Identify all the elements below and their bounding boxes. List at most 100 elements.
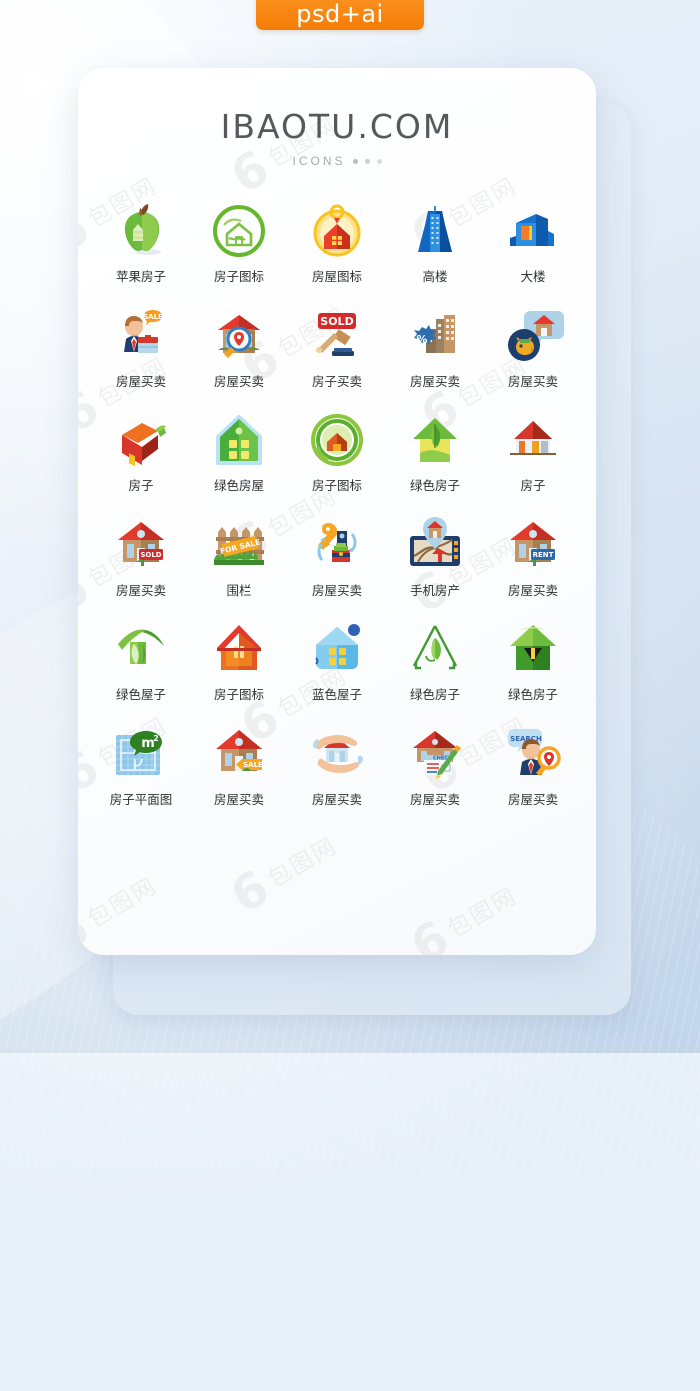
icon-cell[interactable]: 手机房产 bbox=[386, 512, 484, 598]
icon-set-card: 6包图网6包图网6包图网6包图网6包图网6包图网6包图网6包图网6包图网6包图网… bbox=[78, 68, 596, 955]
house-sold-sign-icon[interactable]: SOLD bbox=[108, 512, 174, 578]
dot-icon bbox=[352, 158, 358, 164]
icon-label: 绿色房子 bbox=[507, 687, 558, 702]
orange-house-icon[interactable] bbox=[206, 616, 272, 682]
svg-text:%: % bbox=[416, 333, 427, 346]
icon-label: 房屋买卖 bbox=[115, 582, 166, 598]
icon-cell[interactable]: 房屋买卖 bbox=[288, 512, 386, 598]
skyscraper-icon[interactable] bbox=[402, 198, 468, 264]
piggy-bank-house-icon[interactable] bbox=[500, 303, 566, 369]
leaf-house-icon[interactable] bbox=[402, 407, 468, 473]
icon-label: 房屋买卖 bbox=[311, 582, 362, 598]
icon-label: 苹果房子 bbox=[115, 269, 166, 284]
icon-cell[interactable]: SALE 房屋买卖 bbox=[92, 303, 190, 389]
icon-label: 房屋买卖 bbox=[213, 791, 264, 807]
svg-text:SOLD: SOLD bbox=[320, 315, 353, 328]
icon-label: 高楼 bbox=[422, 269, 448, 284]
icon-cell[interactable]: SOLD 房子买卖 bbox=[288, 303, 386, 389]
icon-label: 绿色房子 bbox=[409, 478, 460, 493]
icon-cell[interactable]: 绿色房子 bbox=[484, 616, 582, 702]
sold-gavel-icon[interactable]: SOLD bbox=[304, 303, 370, 369]
house-contract-icon[interactable]: CHECK bbox=[402, 721, 468, 787]
icon-label: 房子图标 bbox=[213, 687, 264, 702]
green-house-arrow-icon[interactable] bbox=[500, 616, 566, 682]
keys-money-exchange-icon[interactable] bbox=[304, 512, 370, 578]
icon-label: 绿色屋子 bbox=[115, 687, 166, 702]
icon-label: 房屋图标 bbox=[311, 269, 362, 284]
apple-house-icon[interactable] bbox=[108, 198, 174, 264]
icon-label: 房屋买卖 bbox=[115, 373, 166, 389]
icon-cell[interactable]: 绿色房子 bbox=[386, 407, 484, 493]
icon-label: 房子 bbox=[128, 478, 154, 493]
icon-cell[interactable]: CHECK 房屋买卖 bbox=[386, 721, 484, 807]
house-rent-sign-icon[interactable]: RENT bbox=[500, 512, 566, 578]
icon-cell[interactable]: SOLD 房屋买卖 bbox=[92, 512, 190, 598]
icon-cell[interactable]: m 2 房子平面图 bbox=[92, 721, 190, 807]
house-search-pin-icon[interactable] bbox=[206, 303, 272, 369]
house-keyring-icon[interactable] bbox=[304, 198, 370, 264]
icon-cell[interactable]: SEARCH 房屋买卖 bbox=[484, 721, 582, 807]
house-circle-outline-icon[interactable] bbox=[206, 198, 272, 264]
red-roof-house-icon[interactable] bbox=[500, 407, 566, 473]
icon-cell[interactable]: 房子图标 bbox=[190, 198, 288, 284]
icon-cell[interactable]: 房子 bbox=[92, 407, 190, 493]
icon-cell[interactable]: 绿色屋子 bbox=[92, 616, 190, 702]
icon-label: 房屋买卖 bbox=[507, 791, 558, 807]
outline-leaf-house-icon[interactable] bbox=[402, 616, 468, 682]
icon-label: 房屋买卖 bbox=[409, 791, 460, 807]
icon-cell[interactable]: % 房屋买卖 bbox=[386, 303, 484, 389]
icon-cell[interactable]: 房子图标 bbox=[190, 616, 288, 702]
icon-cell[interactable]: 苹果房子 bbox=[92, 198, 190, 284]
buildings-discount-icon[interactable]: % bbox=[402, 303, 468, 369]
icon-cell[interactable]: 高楼 bbox=[386, 198, 484, 284]
office-building-icon[interactable] bbox=[500, 198, 566, 264]
icon-cell[interactable]: RENT 房屋买卖 bbox=[484, 512, 582, 598]
icon-cell[interactable]: 房屋买卖 bbox=[190, 303, 288, 389]
icon-cell[interactable]: 房屋买卖 bbox=[484, 303, 582, 389]
icon-label: 房屋买卖 bbox=[507, 373, 558, 389]
fence-for-sale-icon[interactable]: FOR SALE bbox=[206, 512, 272, 578]
icon-cell[interactable]: 房屋图标 bbox=[288, 198, 386, 284]
green-leaf-roof-icon[interactable] bbox=[108, 616, 174, 682]
watermark: 6包图网 bbox=[78, 871, 161, 955]
subtitle-row: ICONS bbox=[78, 154, 596, 168]
icon-cell[interactable]: 房屋买卖 bbox=[288, 721, 386, 807]
svg-text:RENT: RENT bbox=[533, 551, 554, 559]
icon-grid: 苹果房子 房子图标 房屋图标 高楼 大楼 SALE 房屋买卖 房屋买卖 SOLD 房子买卖% 房屋买… bbox=[78, 198, 596, 806]
format-badge-label: psd+ai bbox=[296, 0, 384, 28]
icon-cell[interactable]: SALE 房屋买卖 bbox=[190, 721, 288, 807]
card-header: IBAOTU.COM ICONS bbox=[78, 68, 596, 168]
icon-cell[interactable]: 蓝色屋子 bbox=[288, 616, 386, 702]
icon-label: 房屋买卖 bbox=[311, 791, 362, 807]
map-house-pin-icon[interactable] bbox=[402, 512, 468, 578]
green-house-icon[interactable] bbox=[206, 407, 272, 473]
icon-cell[interactable]: 房子 bbox=[484, 407, 582, 493]
floor-plan-icon[interactable]: m2 bbox=[108, 721, 174, 787]
blue-house-icon[interactable] bbox=[304, 616, 370, 682]
red-3d-house-icon[interactable] bbox=[108, 407, 174, 473]
icon-label: 手机房产 bbox=[409, 582, 460, 598]
icon-label: 围栏 bbox=[226, 582, 252, 598]
icon-label: 绿色房子 bbox=[409, 687, 460, 702]
house-sale-tag-icon[interactable]: SALE bbox=[206, 721, 272, 787]
icon-cell[interactable]: 绿色房子 bbox=[386, 616, 484, 702]
page-title: IBAOTU.COM bbox=[220, 107, 454, 146]
svg-text:SOLD: SOLD bbox=[140, 551, 161, 559]
dot-icon bbox=[376, 158, 382, 164]
agent-sale-icon[interactable]: SALE bbox=[108, 303, 174, 369]
icon-cell[interactable]: 房子图标 bbox=[288, 407, 386, 493]
icon-label: 房子买卖 bbox=[311, 373, 362, 389]
svg-text:2: 2 bbox=[153, 734, 159, 743]
icon-cell[interactable]: 大楼 bbox=[484, 198, 582, 284]
agent-search-icon[interactable]: SEARCH bbox=[500, 721, 566, 787]
format-badge: psd+ai bbox=[256, 0, 424, 30]
icon-cell[interactable]: 绿色房屋 bbox=[190, 407, 288, 493]
hand-holding-house-icon[interactable] bbox=[304, 721, 370, 787]
house-ring-icon[interactable] bbox=[304, 407, 370, 473]
watermark: 6包图网 bbox=[401, 881, 521, 955]
icon-label: 房屋买卖 bbox=[507, 582, 558, 598]
watermark: 6包图网 bbox=[221, 831, 341, 925]
icon-cell[interactable]: FOR SALE 围栏 bbox=[190, 512, 288, 598]
icon-label: 房子平面图 bbox=[109, 791, 173, 807]
icon-label: 大楼 bbox=[520, 269, 546, 284]
